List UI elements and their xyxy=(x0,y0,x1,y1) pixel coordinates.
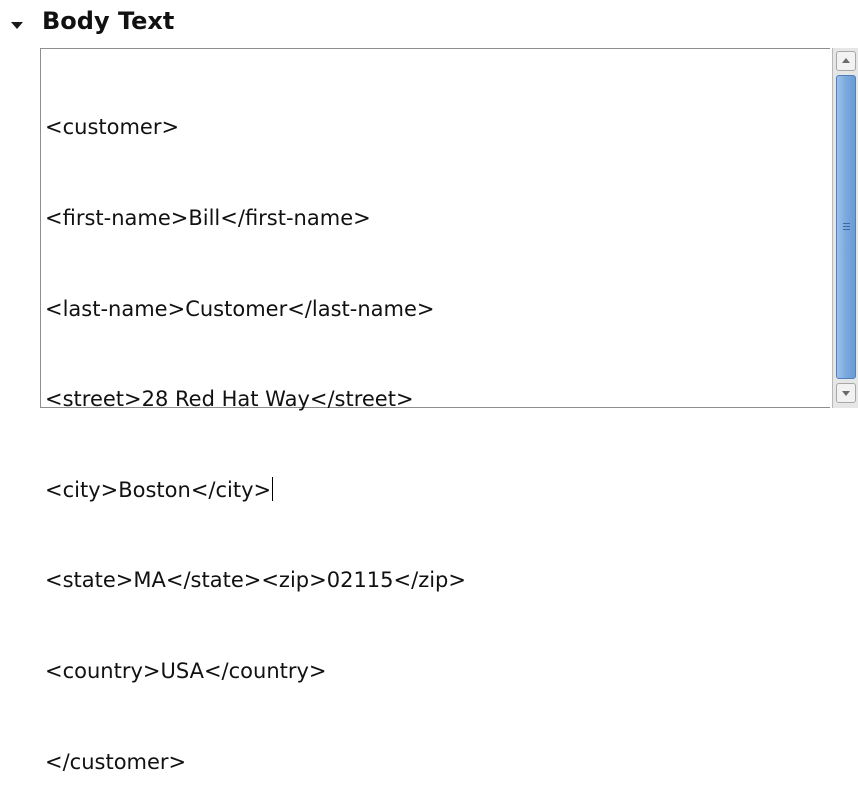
text-line: <street>28 Red Hat Way</street> xyxy=(45,387,414,412)
scroll-thumb[interactable] xyxy=(836,75,856,379)
arrow-down-icon xyxy=(842,391,850,396)
text-line-content: <city>Boston</city> xyxy=(45,477,272,502)
grip-lines-icon xyxy=(843,229,850,230)
arrow-up-icon xyxy=(842,58,850,63)
expander-arrow-icon[interactable] xyxy=(11,22,23,29)
text-line: <first-name>Bill</first-name> xyxy=(45,206,371,230)
section-title: Body Text xyxy=(42,7,175,35)
text-line: <customer> xyxy=(45,115,180,140)
body-text-content[interactable]: <customer> <first-name>Bill</first-name>… xyxy=(45,52,466,806)
text-line: </customer> xyxy=(45,749,187,774)
vertical-scrollbar[interactable] xyxy=(832,48,858,408)
scroll-up-button[interactable] xyxy=(836,51,856,71)
text-line-with-caret: <city>Boston</city> xyxy=(45,475,466,505)
text-line: <last-name>Customer</last-name> xyxy=(45,296,435,321)
text-caret xyxy=(272,476,274,501)
text-line: <state>MA</state><zip>02115</zip> xyxy=(45,568,466,593)
body-text-editor[interactable]: <customer> <first-name>Bill</first-name>… xyxy=(40,48,830,774)
grip-lines-icon xyxy=(843,226,850,227)
text-line: <country>USA</country> xyxy=(45,658,327,683)
grip-lines-icon xyxy=(843,223,850,224)
scroll-down-button[interactable] xyxy=(836,383,856,403)
